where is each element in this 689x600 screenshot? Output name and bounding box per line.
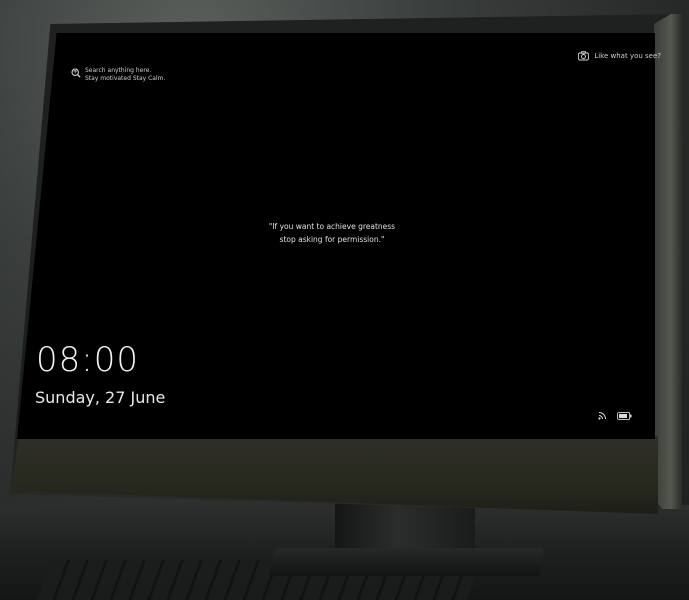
search-text: Search anything here. Stay motivated Sta… [85, 67, 165, 83]
like-label: Like what you see? [594, 52, 661, 60]
like-what-you-see-button[interactable]: Like what you see? [578, 51, 661, 61]
monitor-chin [12, 436, 658, 514]
scene: Search anything here. Stay motivated Sta… [0, 0, 689, 600]
status-bar [598, 411, 632, 420]
camera-icon [578, 51, 590, 61]
quote: "If you want to achieve greatness stop a… [232, 220, 432, 246]
clock-time: 08:00 [36, 340, 139, 380]
search-icon [71, 68, 81, 78]
search-box[interactable]: Search anything here. Stay motivated Sta… [71, 67, 165, 83]
monitor-stand-base [269, 548, 545, 576]
quote-line-1: "If you want to achieve greatness [268, 222, 396, 231]
search-tagline: Stay motivated Stay Calm. [85, 75, 166, 82]
quote-line-2: stop asking for permission." [279, 235, 385, 244]
monitor-bezel-edge [654, 14, 682, 509]
clock-date: Sunday, 27 June [35, 388, 166, 407]
search-placeholder: Search anything here. [85, 67, 152, 74]
signal-icon[interactable] [598, 411, 608, 420]
battery-icon[interactable] [617, 411, 632, 420]
